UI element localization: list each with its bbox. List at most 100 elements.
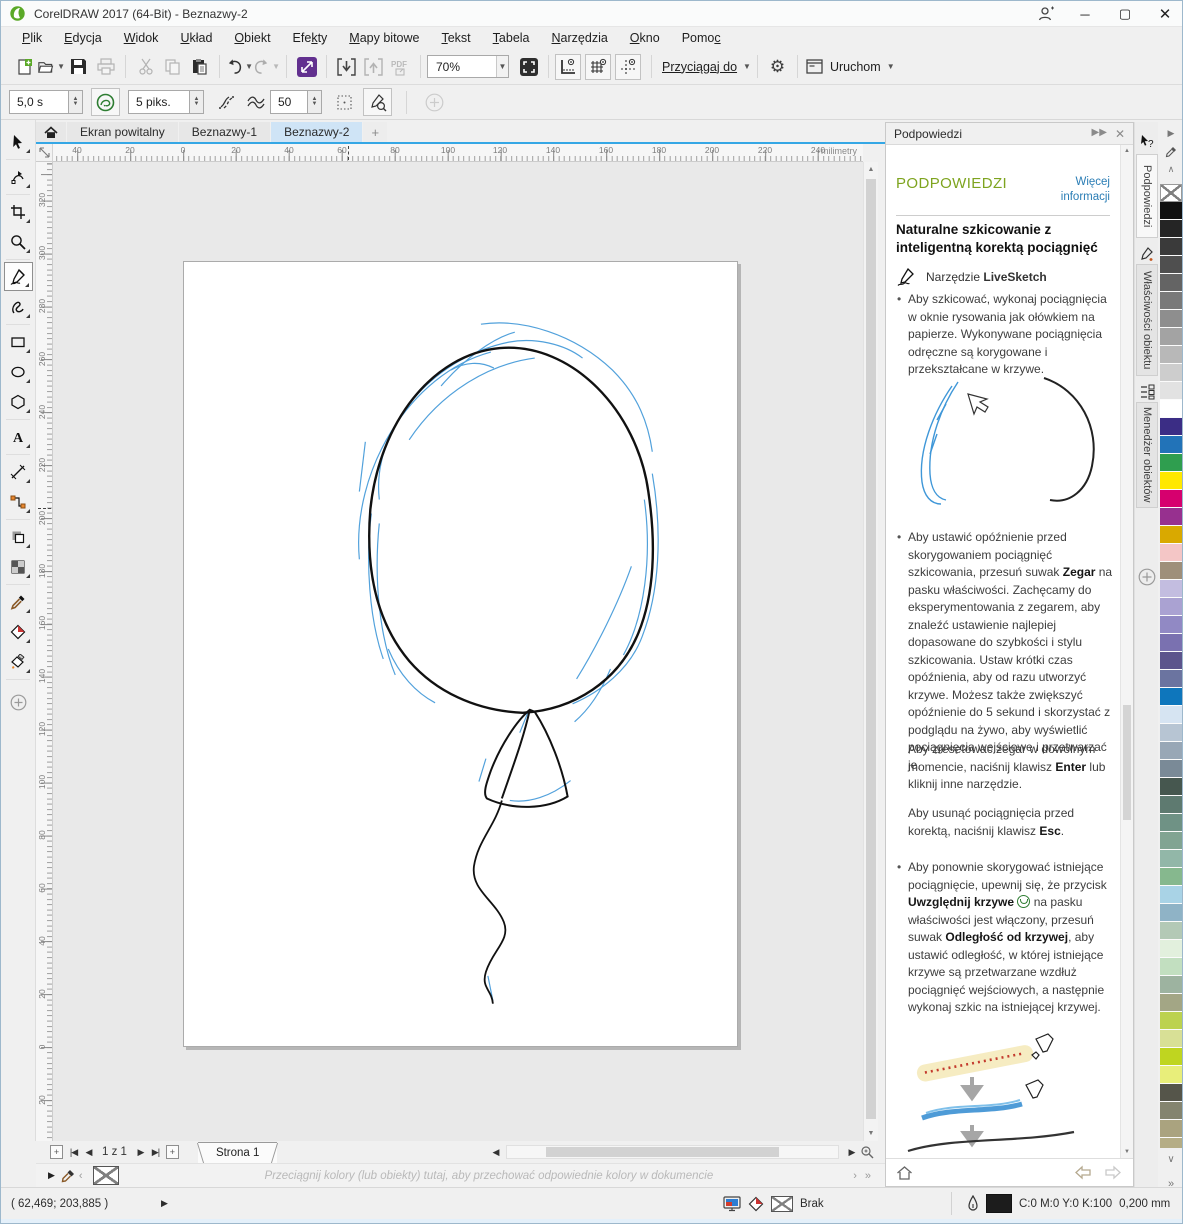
save-button[interactable] <box>65 54 92 80</box>
color-swatch[interactable] <box>1160 1012 1182 1030</box>
document-color-settings-icon[interactable] <box>723 1196 741 1212</box>
drop-shadow-tool[interactable] <box>4 522 33 551</box>
color-swatch[interactable] <box>1160 526 1182 544</box>
hints-back-icon[interactable] <box>1073 1165 1093 1180</box>
next-page-button[interactable]: ▶ <box>133 1147 148 1158</box>
menu-mapy-bitowe[interactable]: Mapy bitowe <box>338 31 430 45</box>
color-swatch[interactable] <box>1160 400 1182 418</box>
smoothing-spinner[interactable]: ▲▼ <box>308 90 322 114</box>
account-icon[interactable] <box>1036 6 1056 22</box>
document-page[interactable] <box>183 261 738 1047</box>
color-swatch[interactable] <box>1160 760 1182 778</box>
pan-zoom-icon[interactable] <box>860 1145 875 1160</box>
palette-eyedropper-icon[interactable] <box>1165 146 1177 158</box>
new-document-tab-button[interactable]: + <box>363 122 387 142</box>
dimension-tool[interactable] <box>4 457 33 486</box>
scroll-down-arrow[interactable]: ▼ <box>864 1130 878 1137</box>
color-swatch[interactable] <box>1160 310 1182 328</box>
timer-spinner[interactable]: ▲▼ <box>69 90 83 114</box>
undo-dropdown-arrow[interactable]: ▼ <box>245 62 253 71</box>
menu-tabela[interactable]: Tabela <box>482 31 541 45</box>
docker-collapse-icon[interactable]: ▶▶ <box>1092 127 1107 141</box>
outline-color-swatch[interactable] <box>986 1194 1012 1213</box>
page-tab-strona-1[interactable]: Strona 1 <box>198 1142 277 1163</box>
coords-flyout-arrow[interactable]: ▶ <box>161 1198 168 1209</box>
palette-scroll-down[interactable]: ∨ <box>1158 1154 1183 1165</box>
hscroll-left-arrow[interactable]: ◀ <box>488 1147 503 1158</box>
import-button[interactable] <box>333 54 360 80</box>
color-swatch[interactable] <box>1160 472 1182 490</box>
drawing-area[interactable] <box>53 162 863 1141</box>
menu-obiekt[interactable]: Obiekt <box>223 31 281 45</box>
tray-no-color-swatch[interactable] <box>93 1166 119 1185</box>
toggle-grid-button[interactable] <box>585 54 611 80</box>
color-swatch[interactable] <box>1160 634 1182 652</box>
menu-widok[interactable]: Widok <box>113 31 170 45</box>
welcome-home-tab[interactable] <box>36 122 66 142</box>
menu-efekty[interactable]: Efekty <box>282 31 339 45</box>
docker-tab-menedzer[interactable]: Menedżer obiektów <box>1136 402 1158 508</box>
open-dropdown-arrow[interactable]: ▼ <box>57 62 65 71</box>
docker-scroll-thumb[interactable] <box>1123 705 1131 820</box>
launch-arrow[interactable]: ▼ <box>887 62 895 71</box>
rectangle-tool[interactable] <box>4 327 33 356</box>
outline-pen-icon[interactable] <box>967 1195 979 1213</box>
docker-close-icon[interactable]: ✕ <box>1115 127 1125 141</box>
color-swatch[interactable] <box>1160 922 1182 940</box>
docker-scroll-up[interactable]: ▲ <box>1121 148 1133 154</box>
add-page-after-button[interactable]: + <box>166 1145 179 1159</box>
undo-button[interactable]: ▼ <box>226 54 253 80</box>
tray-flyout-arrow[interactable]: ▶ <box>48 1170 55 1181</box>
ellipse-tool[interactable] <box>4 357 33 386</box>
menu-narzedzia[interactable]: Narzędzia <box>541 31 619 45</box>
color-swatch[interactable] <box>1160 706 1182 724</box>
color-swatch[interactable] <box>1160 886 1182 904</box>
color-swatch[interactable] <box>1160 652 1182 670</box>
color-swatch[interactable] <box>1160 778 1182 796</box>
zoom-tool[interactable] <box>4 227 33 256</box>
color-swatch[interactable] <box>1160 814 1182 832</box>
color-swatch[interactable] <box>1160 1030 1182 1048</box>
smart-fill-tool[interactable] <box>4 647 33 676</box>
color-swatch[interactable] <box>1160 274 1182 292</box>
minimize-button[interactable]: ─ <box>1074 7 1096 22</box>
livesketch-tool[interactable] <box>4 262 33 291</box>
color-swatch[interactable] <box>1160 382 1182 400</box>
snap-to-arrow[interactable]: ▼ <box>743 62 751 71</box>
menu-tekst[interactable]: Tekst <box>430 31 481 45</box>
toggle-guidelines-button[interactable] <box>615 54 641 80</box>
first-page-button[interactable]: |◀ <box>66 1147 81 1158</box>
open-button[interactable]: ▼ <box>38 54 65 80</box>
color-swatch[interactable] <box>1160 598 1182 616</box>
color-swatch[interactable] <box>1160 256 1182 274</box>
color-swatch[interactable] <box>1160 742 1182 760</box>
tab-ekran-powitalny[interactable]: Ekran powitalny <box>67 122 178 142</box>
menu-okno[interactable]: Okno <box>619 31 671 45</box>
tray-scroll-right[interactable]: › <box>853 1170 857 1182</box>
horizontal-scroll-thumb[interactable] <box>546 1147 779 1157</box>
connector-tool[interactable] <box>4 487 33 516</box>
no-color-swatch[interactable] <box>1160 184 1182 202</box>
preview-input-strokes-toggle[interactable] <box>212 88 241 116</box>
color-swatch[interactable] <box>1160 1048 1182 1066</box>
tab-beznazwy-2[interactable]: Beznazwy-2 <box>271 122 362 142</box>
menu-plik[interactable]: Plik <box>11 31 53 45</box>
scroll-up-arrow[interactable]: ▲ <box>864 166 878 173</box>
color-swatch[interactable] <box>1160 346 1182 364</box>
interactive-fill-tool[interactable] <box>4 617 33 646</box>
color-swatch[interactable] <box>1160 418 1182 436</box>
preview-mode-toggle[interactable] <box>330 88 359 116</box>
tray-expand[interactable]: » <box>865 1170 871 1182</box>
color-swatch[interactable] <box>1160 562 1182 580</box>
options-button[interactable]: ⚙ <box>764 54 791 80</box>
color-swatch[interactable] <box>1160 202 1182 220</box>
color-swatch[interactable] <box>1160 292 1182 310</box>
color-swatch[interactable] <box>1160 976 1182 994</box>
color-swatch[interactable] <box>1160 958 1182 976</box>
color-swatch[interactable] <box>1160 904 1182 922</box>
color-swatch[interactable] <box>1160 328 1182 346</box>
docker-tab-podpowiedzi[interactable]: Podpowiedzi <box>1136 154 1158 238</box>
vertical-ruler[interactable]: 3203002802602402202001801601401201008060… <box>36 162 53 1141</box>
tray-eyedropper-icon[interactable] <box>61 1169 75 1183</box>
maximize-button[interactable]: ▢ <box>1114 6 1136 22</box>
